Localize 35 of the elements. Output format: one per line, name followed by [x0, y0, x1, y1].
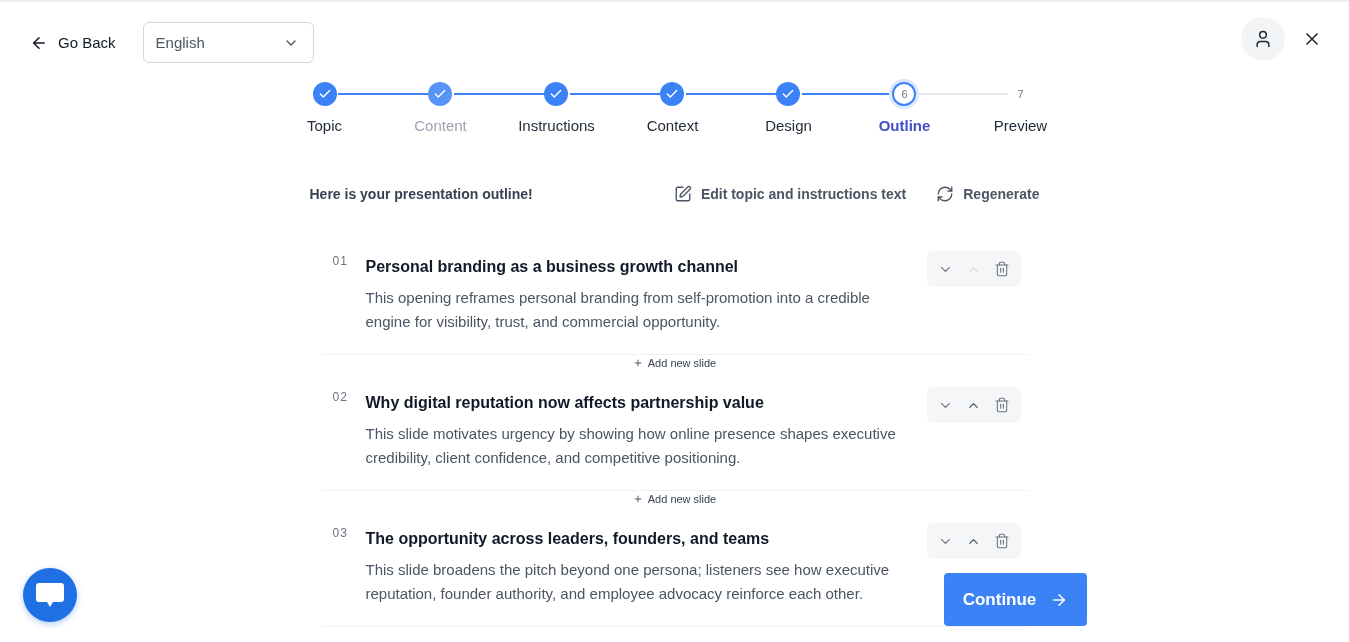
slide-description: This opening reframes personal branding from self-promotion into a credible engine for visibility, trust, and commercial opportunity. [365, 288, 871, 332]
back-button[interactable]: Go Back [26, 33, 120, 52]
slide-description: This slide broadens the pitch beyond one persona; listeners see how executive reputation, founder authority, and employee advocacy reinforce each other. [365, 560, 891, 604]
regenerate-button[interactable]: Regenerate [936, 185, 1040, 203]
add-slide-button[interactable]: Add new slide [628, 355, 721, 371]
add-slide-button[interactable]: Add new slide [628, 491, 721, 507]
user-avatar-button[interactable] [1241, 16, 1285, 61]
refresh-icon [936, 185, 955, 203]
slide-number: 02 [332, 389, 349, 404]
slide-title: Why digital reputation now affects partnership value [365, 393, 765, 413]
slide-description: This slide motivates urgency by showing how online presence shapes executive credibility, client confidence, and competitive positioning. [365, 424, 897, 468]
step-tab[interactable]: Topic [307, 82, 342, 135]
trash-icon [993, 533, 1010, 549]
chat-bubble-icon [36, 583, 64, 607]
slide-number: 01 [332, 253, 349, 268]
step-tab[interactable]: 7 Preview [993, 82, 1048, 135]
chat-button[interactable] [23, 568, 77, 622]
plus-icon [632, 494, 643, 504]
slide-number: 03 [332, 525, 349, 540]
step-number: 6 [892, 82, 917, 106]
user-icon [1253, 28, 1273, 49]
plus-icon [632, 358, 643, 368]
step-tab[interactable]: Instructions [518, 82, 595, 135]
edit-icon [673, 185, 692, 203]
slide-title: Personal branding as a business growth channel [365, 257, 740, 277]
language-select[interactable]: English [142, 22, 314, 63]
continue-button[interactable]: Continue [944, 573, 1087, 626]
slide-title: The opportunity across leaders, founders, and teams [365, 529, 771, 549]
trash-icon [993, 397, 1010, 413]
outline-heading: Here is your presentation outline! [309, 186, 533, 202]
trash-icon [993, 261, 1010, 277]
step-tab[interactable]: 6 Outline [878, 82, 931, 135]
step-tab[interactable]: Context [646, 82, 699, 135]
edit-text-button[interactable]: Edit topic and instructions text [673, 185, 907, 203]
step-tab[interactable]: Design [765, 82, 812, 135]
